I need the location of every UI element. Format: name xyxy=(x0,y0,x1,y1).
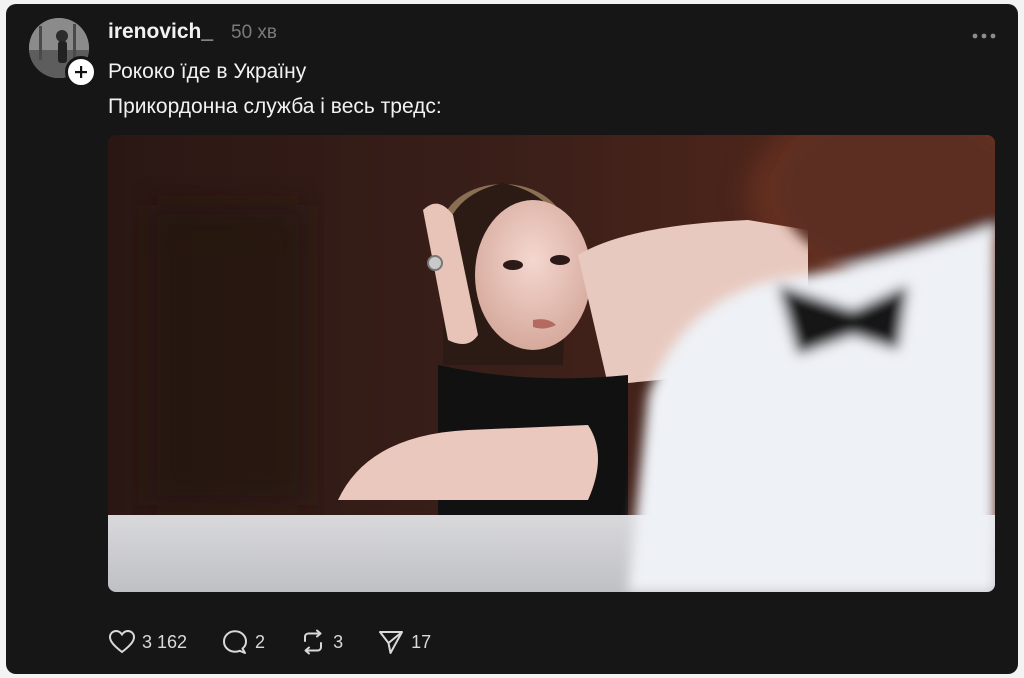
repost-count: 3 xyxy=(333,631,344,652)
post-text-line-2: Прикордонна служба і весь тредс: xyxy=(108,95,442,118)
comment-button[interactable]: 2 xyxy=(221,629,265,655)
post-time[interactable]: 50 хв xyxy=(231,22,277,44)
repost-button[interactable]: 3 xyxy=(299,629,343,655)
post-text-line-1: Рококо їде в Україну xyxy=(108,60,307,83)
comment-count: 2 xyxy=(255,631,266,652)
more-icon[interactable] xyxy=(972,22,996,45)
share-count: 17 xyxy=(411,631,432,652)
post-actions: 3 162 2 3 17 xyxy=(108,628,465,656)
like-button[interactable]: 3 162 xyxy=(108,629,187,655)
heart-icon xyxy=(108,629,136,654)
share-button[interactable]: 17 xyxy=(377,629,431,655)
like-count: 3 162 xyxy=(142,631,188,652)
send-icon xyxy=(379,631,404,654)
follow-button[interactable] xyxy=(65,56,97,88)
repost-icon xyxy=(304,629,323,655)
username[interactable]: irenovich_ xyxy=(108,20,213,44)
plus-icon xyxy=(75,66,87,78)
post-card: irenovich_ 50 хв Рококо їде в Україну Пр… xyxy=(6,4,1018,674)
comment-icon xyxy=(223,630,248,654)
post-image[interactable] xyxy=(108,135,995,592)
